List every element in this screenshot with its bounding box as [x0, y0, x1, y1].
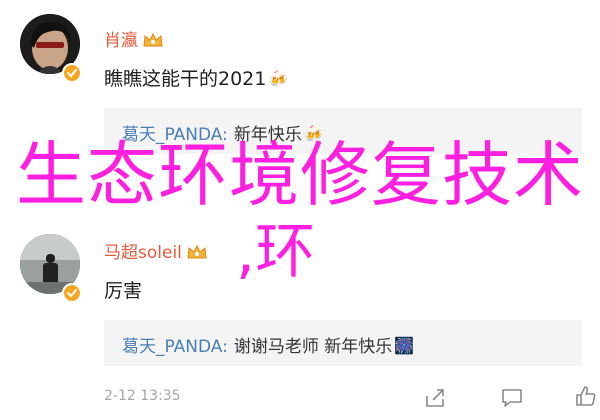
reply-line: 葛天_PANDA: 谢谢马老师 新年快乐 🎆	[122, 332, 414, 357]
crown-icon	[142, 31, 164, 49]
comment-text: 厉害	[104, 276, 142, 303]
overlay-subtitle: ,环	[236, 217, 316, 287]
reply-colon: :	[222, 337, 228, 357]
weibo-comment-thread: 肖瀛 瞧瞧这能干的2021 🍻 葛天_PANDA: 新年快乐 🍻 马超soleil 厉…	[0, 0, 600, 420]
fireworks-emoji: 🎆	[394, 336, 415, 355]
reply-box[interactable]: 葛天_PANDA: 谢谢马老师 新年快乐 🎆	[104, 320, 582, 366]
username-text[interactable]: 肖瀛	[104, 31, 138, 51]
reply-username[interactable]: 葛天_PANDA	[122, 337, 222, 357]
username-text[interactable]: 马超soleil	[104, 243, 182, 263]
share-icon[interactable]	[423, 386, 447, 410]
comment-text: 瞧瞧这能干的2021 🍻	[104, 64, 288, 91]
comment-icon[interactable]	[500, 386, 524, 410]
crown-icon	[186, 243, 208, 261]
beer-emoji: 🍻	[268, 69, 289, 88]
verified-badge-icon	[62, 283, 82, 303]
comment-timestamp: 2-12 13:35	[104, 388, 181, 404]
overlay-title: 生态环境修复技术	[16, 134, 584, 216]
comment-body: 厉害	[104, 280, 143, 302]
verified-badge-icon	[62, 63, 82, 83]
comment-body: 瞧瞧这能干的2021	[104, 68, 267, 90]
reply-text: 谢谢马老师 新年快乐	[233, 337, 393, 357]
comment-username[interactable]: 肖瀛	[104, 26, 164, 51]
comment-username[interactable]: 马超soleil	[104, 238, 208, 263]
like-icon[interactable]	[574, 384, 598, 408]
